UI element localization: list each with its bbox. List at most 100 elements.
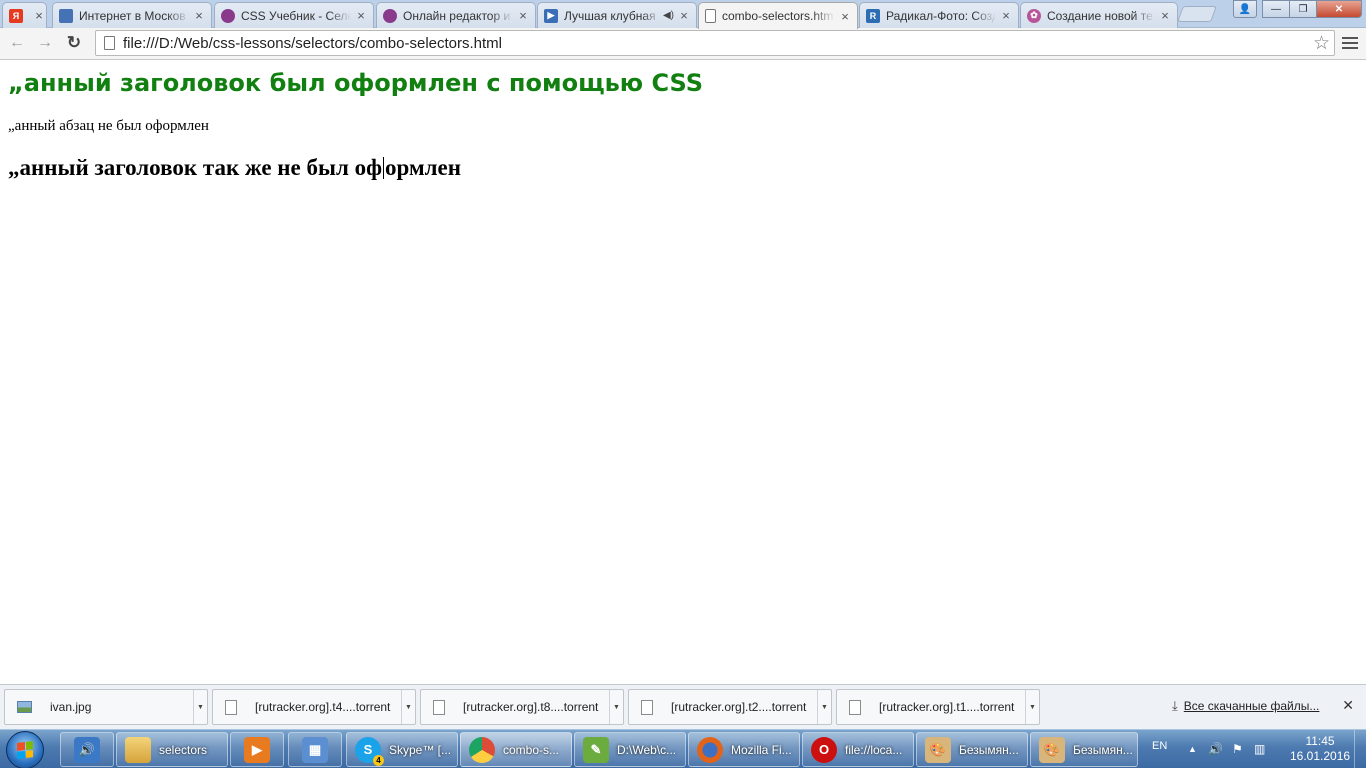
tab-close-icon[interactable]: × <box>517 8 529 23</box>
tab-close-icon[interactable]: × <box>678 8 690 23</box>
maximize-button[interactable]: ❐ <box>1289 0 1317 18</box>
taskbar-label: D:\Web\c... <box>617 742 677 757</box>
all-downloads-link[interactable]: ⤓ Все скачанные файлы... <box>1172 698 1319 714</box>
image-file-icon <box>17 701 32 713</box>
chevron-down-icon[interactable]: ▼ <box>1025 690 1039 724</box>
window-controls: 👤 — ❐ ✕ <box>1233 0 1362 18</box>
taskbar-media-player[interactable]: ▶ <box>230 732 284 767</box>
download-item[interactable]: [rutracker.org].t8....torrent ▼ <box>420 689 624 725</box>
tab-combo-selectors[interactable]: combo-selectors.htm × <box>698 2 858 29</box>
tab-strip: Я × Интернет в Москов × CSS Учебник - Се… <box>0 0 1366 29</box>
tab-online-editor[interactable]: Онлайн редактор и × <box>376 2 536 28</box>
taskbar-firefox[interactable]: Mozilla Fi... <box>688 732 800 767</box>
yandex-icon: Я <box>9 8 23 23</box>
page-icon <box>705 9 716 23</box>
taskbar-notepad[interactable]: ✎ D:\Web\c... <box>574 732 686 767</box>
close-window-button[interactable]: ✕ <box>1316 0 1362 18</box>
tab-close-icon[interactable]: × <box>33 8 45 23</box>
new-tab-button[interactable] <box>1177 6 1217 22</box>
back-button[interactable]: ← <box>6 32 28 54</box>
tab-close-icon[interactable]: × <box>1000 8 1012 23</box>
taskbar-label: Mozilla Fi... <box>731 742 792 757</box>
tab-title: Радикал-Фото: Созд <box>886 8 996 23</box>
tab-close-icon[interactable]: × <box>1159 8 1171 23</box>
address-bar[interactable]: file:///D:/Web/css-lessons/selectors/com… <box>95 30 1335 56</box>
network-icon[interactable]: ▥ <box>1254 742 1265 756</box>
taskbar-chrome[interactable]: combo-s... <box>460 732 572 767</box>
taskbar-volume[interactable]: 🔊 <box>60 732 114 767</box>
page-paragraph: „анный абзац не был оформлен <box>8 118 209 134</box>
paint-icon: 🎨 <box>925 736 951 763</box>
tab-close-icon[interactable]: × <box>355 8 367 23</box>
tab-new-theme[interactable]: ✿ Создание новой те × <box>1020 2 1178 28</box>
tab-close-icon[interactable]: × <box>193 8 205 23</box>
tab-title: Интернет в Москов <box>79 8 186 23</box>
start-button[interactable] <box>6 731 44 768</box>
skype-icon: S4 <box>355 736 384 766</box>
taskbar-skype[interactable]: S4 Skype™ [... <box>346 732 458 767</box>
taskbar-opera[interactable]: O file://loca... <box>802 732 914 767</box>
tab-close-icon[interactable]: × <box>839 9 851 24</box>
control-panel-icon: ▦ <box>302 736 328 763</box>
windows-logo-icon <box>17 741 33 759</box>
speaker-icon: ◀) <box>662 10 674 21</box>
clock-time: 11:45 <box>1305 734 1335 748</box>
tab-yandex[interactable]: Я × <box>2 2 47 28</box>
chevron-down-icon[interactable]: ▼ <box>817 690 831 724</box>
radikal-icon: R <box>866 8 880 23</box>
taskbar-label: Безымян... <box>1073 742 1133 757</box>
taskbar-label: selectors <box>159 742 208 757</box>
tab-radikal[interactable]: R Радикал-Фото: Созд × <box>859 2 1019 28</box>
chevron-down-icon[interactable]: ▼ <box>609 690 623 724</box>
skype-badge: 4 <box>373 754 384 766</box>
forward-button[interactable]: → <box>34 32 56 54</box>
download-item[interactable]: ivan.jpg ▼ <box>4 689 208 725</box>
page-heading-styled: „анный заголовок был оформлен с помощью … <box>8 69 704 97</box>
tab-title: Лучшая клубная <box>564 8 656 23</box>
taskbar-label: combo-s... <box>503 742 560 757</box>
taskbar-control-panel[interactable]: ▦ <box>288 732 342 767</box>
bookmark-star-icon[interactable]: ☆ <box>1313 32 1330 55</box>
chevron-down-icon[interactable]: ▼ <box>401 690 415 724</box>
tab-internet[interactable]: Интернет в Москов × <box>52 2 212 28</box>
minimize-button[interactable]: — <box>1262 0 1290 18</box>
download-filename: [rutracker.org].t4....torrent <box>255 700 391 714</box>
address-url[interactable]: file:///D:/Web/css-lessons/selectors/com… <box>123 35 502 52</box>
user-icon[interactable]: 👤 <box>1233 0 1257 18</box>
taskbar-label: Skype™ [... <box>389 742 452 757</box>
site-icon <box>221 8 235 23</box>
volume-icon[interactable]: 🔊 <box>1208 742 1223 756</box>
taskbar-explorer[interactable]: selectors <box>116 732 228 767</box>
flag-icon[interactable]: ⚑ <box>1232 742 1243 756</box>
download-filename: [rutracker.org].t8....torrent <box>463 700 599 714</box>
tab-css-tutorial[interactable]: CSS Учебник - Селе × <box>214 2 374 28</box>
heading-text-start: „анный заголовок так же не был оф <box>8 155 383 180</box>
file-icon <box>433 699 445 715</box>
download-filename: [rutracker.org].t2....torrent <box>671 700 807 714</box>
download-item[interactable]: [rutracker.org].t1....torrent ▼ <box>836 689 1040 725</box>
clock[interactable]: 11:45 16.01.2016 <box>1290 734 1350 764</box>
volume-icon: 🔊 <box>74 736 100 763</box>
language-indicator[interactable]: EN <box>1152 740 1167 752</box>
taskbar-paint[interactable]: 🎨 Безымян... <box>1030 732 1138 767</box>
download-item[interactable]: [rutracker.org].t4....torrent ▼ <box>212 689 416 725</box>
tab-title: CSS Учебник - Селе <box>241 8 351 23</box>
reload-button[interactable]: ↻ <box>63 32 85 54</box>
file-icon <box>849 699 861 715</box>
download-filename: [rutracker.org].t1....torrent <box>879 700 1015 714</box>
show-hidden-icons-icon[interactable]: ▲ <box>1188 744 1197 754</box>
page-viewport: „анный заголовок был оформлен с помощью … <box>0 61 1366 684</box>
python-icon <box>59 8 73 23</box>
download-icon: ⤓ <box>1172 698 1178 713</box>
download-item[interactable]: [rutracker.org].t2....torrent ▼ <box>628 689 832 725</box>
download-filename: ivan.jpg <box>50 700 92 714</box>
windows-taskbar: 🔊 selectors ▶ ▦ S4 Skype™ [... combo-s..… <box>0 729 1366 768</box>
menu-icon[interactable] <box>1342 33 1358 53</box>
chevron-down-icon[interactable]: ▼ <box>193 690 207 724</box>
play-icon: ▶ <box>544 8 558 23</box>
close-shelf-icon[interactable]: ✕ <box>1342 697 1354 714</box>
taskbar-paint[interactable]: 🎨 Безымян... <box>916 732 1028 767</box>
show-desktop-button[interactable] <box>1354 730 1366 768</box>
tab-club-music[interactable]: ▶ Лучшая клубная ◀) × <box>537 2 697 28</box>
all-downloads-label[interactable]: Все скачанные файлы... <box>1184 699 1320 713</box>
